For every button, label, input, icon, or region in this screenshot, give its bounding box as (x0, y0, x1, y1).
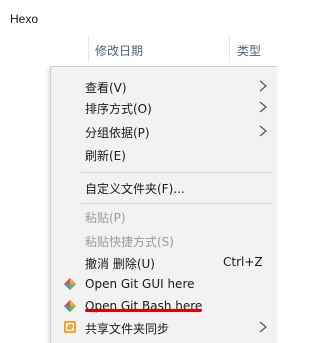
menu-item-undo-delete[interactable]: 撤消 删除(U) Ctrl+Z (51, 252, 277, 273)
menu-item-label: 共享文件夹同步 (85, 322, 170, 336)
menu-item-sort[interactable]: 排序方式(O) (51, 97, 277, 118)
red-underline-annotation (85, 309, 202, 312)
menu-item-label: 撤消 删除(U) (85, 257, 155, 271)
column-header-type[interactable]: 类型 (237, 42, 261, 59)
menu-item-label: 粘贴快捷方式(S) (85, 235, 174, 249)
menu-item-paste: 粘贴(P) (51, 206, 277, 227)
menu-item-customize-folder[interactable]: 自定义文件夹(F)... (51, 177, 277, 198)
menu-item-open-git-bash[interactable]: Open Git Bash here (51, 296, 277, 317)
window-title: Hexo (10, 12, 39, 26)
column-header-date-modified[interactable]: 修改日期 (95, 42, 143, 59)
column-separator[interactable] (229, 36, 230, 62)
chevron-right-icon (259, 125, 267, 137)
menu-item-label: Open Git GUI here (85, 277, 195, 291)
git-diamond-icon (64, 300, 76, 312)
menu-divider (81, 203, 273, 204)
chevron-right-icon (259, 321, 267, 333)
menu-item-paste-shortcut: 粘贴快捷方式(S) (51, 230, 277, 251)
menu-item-refresh[interactable]: 刷新(E) (51, 144, 277, 165)
menu-item-view[interactable]: 查看(V) (51, 76, 277, 97)
menu-item-label: 粘贴(P) (85, 211, 126, 225)
menu-divider (81, 172, 273, 173)
menu-item-label: 刷新(E) (85, 149, 126, 163)
menu-item-open-git-gui[interactable]: Open Git GUI here (51, 274, 277, 295)
git-diamond-icon (64, 278, 76, 290)
menu-item-shortcut: Ctrl+Z (223, 255, 263, 269)
share-sync-icon (64, 321, 76, 333)
menu-item-label: 分组依据(P) (85, 126, 150, 140)
menu-item-label: 查看(V) (85, 81, 127, 95)
menu-item-label: 排序方式(O) (85, 102, 152, 116)
explorer-header: Hexo 修改日期 类型 (0, 0, 276, 66)
column-separator[interactable] (88, 36, 89, 62)
context-menu: 查看(V) 排序方式(O) 分组依据(P) 刷新(E) 自定义文件夹(F)...… (50, 66, 277, 343)
menu-item-group[interactable]: 分组依据(P) (51, 121, 277, 142)
chevron-right-icon (259, 101, 267, 113)
menu-item-share-sync[interactable]: 共享文件夹同步 (51, 317, 277, 338)
chevron-right-icon (259, 80, 267, 92)
menu-item-label: 自定义文件夹(F)... (85, 182, 185, 196)
